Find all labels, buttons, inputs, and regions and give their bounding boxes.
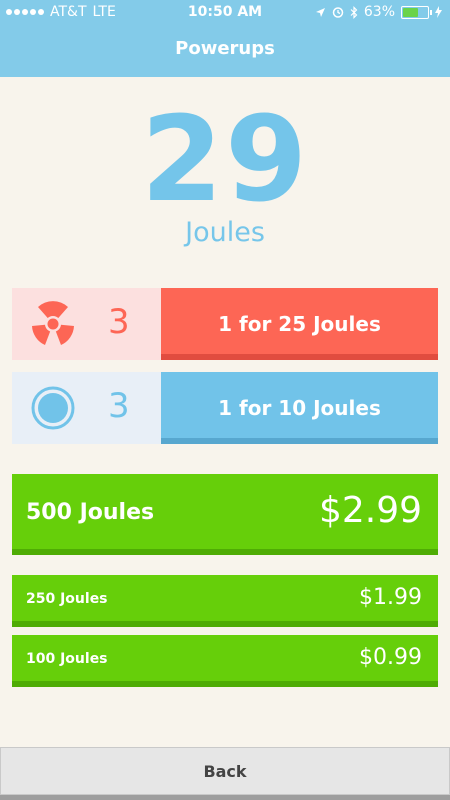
bottom-strip (0, 795, 450, 800)
powerup-inventory: 3 (12, 372, 161, 444)
status-bar: AT&T LTE 10:50 AM 63% (0, 0, 450, 24)
powerup-quantity: 3 (108, 302, 130, 342)
powerup-row-ring: 3 1 for 10 Joules (12, 372, 438, 448)
purchase-500-joules-button[interactable]: 500 Joules $2.99 (12, 474, 438, 555)
bluetooth-icon (350, 5, 358, 19)
purchase-100-joules-button[interactable]: 100 Joules $0.99 (12, 635, 438, 687)
battery-percent: 63% (363, 4, 395, 20)
back-button[interactable]: Back (0, 747, 450, 795)
battery-icon (401, 5, 432, 19)
joules-label: Joules (185, 217, 265, 248)
buy-powerup-button[interactable]: 1 for 10 Joules (161, 372, 438, 444)
status-right: 63% (315, 4, 442, 20)
purchase-price: $1.99 (359, 585, 422, 610)
alarm-clock-icon (332, 7, 344, 18)
buy-powerup-button[interactable]: 1 for 25 Joules (161, 288, 438, 360)
purchase-name: 100 Joules (26, 651, 108, 667)
charging-bolt-icon (435, 6, 442, 18)
purchase-250-joules-button[interactable]: 250 Joules $1.99 (12, 575, 438, 627)
purchase-name: 250 Joules (26, 591, 108, 607)
purchase-price: $0.99 (359, 645, 422, 670)
radiation-icon (32, 301, 74, 345)
powerup-inventory: 3 (12, 288, 161, 360)
purchase-name: 500 Joules (26, 500, 155, 525)
ring-icon (31, 386, 75, 430)
powerup-quantity: 3 (108, 386, 130, 426)
joules-count: 29 (140, 90, 310, 228)
battery-fill (403, 7, 419, 17)
location-arrow-icon (315, 7, 325, 17)
purchase-price: $2.99 (318, 490, 422, 531)
page-title: Powerups (175, 38, 275, 59)
powerup-row-radiation: 3 1 for 25 Joules (12, 288, 438, 364)
header-bar: AT&T LTE 10:50 AM 63% Powerups (0, 0, 450, 77)
